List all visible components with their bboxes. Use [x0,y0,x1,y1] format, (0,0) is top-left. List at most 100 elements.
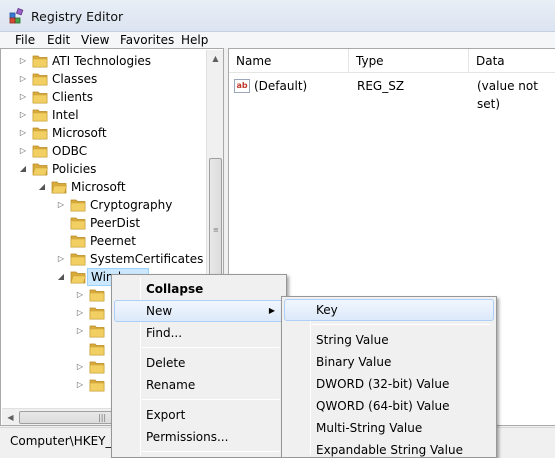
menu-bar: File Edit View Favorites Help [0,32,555,48]
menu-item-label: Key [316,303,338,317]
menu-item-label: New [146,304,173,318]
menu-item-permissions[interactable]: Permissions... [114,426,284,448]
tree-item-label: ODBC [52,144,88,158]
collapsed-arrow-icon[interactable]: ▷ [18,88,28,106]
collapsed-arrow-icon[interactable] [56,232,66,250]
menu-item-label: Export [146,408,186,422]
menu-item-delete[interactable]: Delete [114,352,284,374]
menu-separator [142,347,280,348]
collapsed-arrow-icon[interactable]: ▷ [75,358,85,376]
menu-favorites[interactable]: Favorites [120,32,174,48]
expanded-arrow-icon[interactable]: ◢ [37,178,47,196]
folder-icon [89,289,105,302]
folder-icon [70,235,86,248]
menu-item-binary-value[interactable]: Binary Value [284,351,494,373]
folder-icon [89,343,105,356]
folder-icon [32,55,48,68]
column-header-type[interactable]: Type [349,49,469,73]
grip-icon: ≡ [213,226,219,234]
folder-icon [32,73,48,86]
menu-item-label: Expandable String Value [316,443,463,457]
menu-item-find[interactable]: Find... [114,322,284,344]
menu-separator [312,324,490,325]
title-bar: Registry Editor [0,0,555,32]
tree-item-label: Clients [52,90,93,104]
collapsed-arrow-icon[interactable]: ▷ [75,322,85,340]
expanded-arrow-icon[interactable]: ◢ [18,160,28,178]
value-row[interactable]: ab (Default) REG_SZ (value not set) [229,77,555,111]
collapsed-arrow-icon[interactable]: ▷ [56,250,66,268]
folder-icon [89,361,105,374]
context-menu: Collapse New ▶ Find... Delete Rename Export Per… [111,274,287,458]
folder-icon [70,253,86,266]
folder-icon [89,379,105,392]
menu-item-qword-64-bit-value[interactable]: QWORD (64-bit) Value [284,395,494,417]
folder-icon [32,91,48,104]
collapsed-arrow-icon[interactable]: ▷ [18,106,28,124]
menu-item-new[interactable]: New ▶ [114,300,284,322]
open-folder-icon [32,163,48,176]
menu-item-label: QWORD (64-bit) Value [316,399,450,413]
menu-separator [142,451,280,452]
menu-item-label: Multi-String Value [316,421,423,435]
menu-item-dword-32-bit-value[interactable]: DWORD (32-bit) Value [284,373,494,395]
folder-icon [89,307,105,320]
menu-view[interactable]: View [81,32,109,48]
tree-item-label: Microsoft [71,180,126,194]
column-header-name[interactable]: Name [229,49,349,73]
menu-help[interactable]: Help [181,32,208,48]
list-header: Name Type Data [229,49,555,73]
tree-item-label: SystemCertificates [90,252,204,266]
menu-item-export[interactable]: Export [114,404,284,426]
menu-item-multi-string-value[interactable]: Multi-String Value [284,417,494,439]
collapsed-arrow-icon[interactable] [75,340,85,358]
folder-icon [32,145,48,158]
tree-item-label: Classes [52,72,98,86]
column-header-data[interactable]: Data [469,49,555,73]
collapsed-arrow-icon[interactable]: ▷ [75,286,85,304]
grip-icon: ||| [98,413,107,422]
menu-item-label: Collapse [146,282,204,296]
tree-item-label: Intel [52,108,79,122]
menu-item-label: Rename [146,378,196,392]
folder-icon [70,217,86,230]
tree-item-label: Microsoft [52,126,107,140]
menu-file[interactable]: File [15,32,35,48]
menu-item-string-value[interactable]: String Value [284,329,494,351]
collapsed-arrow-icon[interactable] [56,214,66,232]
tree-item-label: Peernet [90,234,136,248]
expanded-arrow-icon[interactable]: ◢ [56,268,66,286]
folder-icon [70,199,86,212]
scroll-left-arrow-icon[interactable]: ◀ [2,409,19,426]
collapsed-arrow-icon[interactable]: ▷ [18,142,28,160]
tree-item-label: PeerDist [90,216,141,230]
menu-item-collapse[interactable]: Collapse [114,278,284,300]
folder-icon [32,109,48,122]
menu-edit[interactable]: Edit [47,32,70,48]
scroll-up-arrow-icon[interactable]: ▲ [207,50,224,67]
collapsed-arrow-icon[interactable]: ▷ [18,52,28,70]
collapsed-arrow-icon[interactable]: ▷ [56,196,66,214]
tree-item-label: Policies [52,162,97,176]
folder-icon [89,325,105,338]
string-value-icon: ab [234,79,250,93]
menu-item-key[interactable]: Key [284,299,494,321]
menu-separator [142,399,280,400]
collapsed-arrow-icon[interactable]: ▷ [75,376,85,394]
collapsed-arrow-icon[interactable]: ▷ [18,70,28,88]
folder-icon [32,127,48,140]
window-title: Registry Editor [31,9,124,24]
new-submenu: Key String Value Binary Value DWORD (32-bit… [281,296,497,458]
value-data: (value not set) [477,79,538,111]
menu-item-rename[interactable]: Rename [114,374,284,396]
menu-item-label: Permissions... [146,430,229,444]
value-name: (Default) [254,79,308,93]
menu-item-label: String Value [316,333,389,347]
collapsed-arrow-icon[interactable]: ▷ [75,304,85,322]
menu-item-expandable-string-value[interactable]: Expandable String Value [284,439,494,458]
menu-item-label: DWORD (32-bit) Value [316,377,450,391]
tree-item-label: Cryptography [90,198,173,212]
open-folder-icon [51,181,67,194]
collapsed-arrow-icon[interactable]: ▷ [18,124,28,142]
value-type: REG_SZ [357,79,405,93]
